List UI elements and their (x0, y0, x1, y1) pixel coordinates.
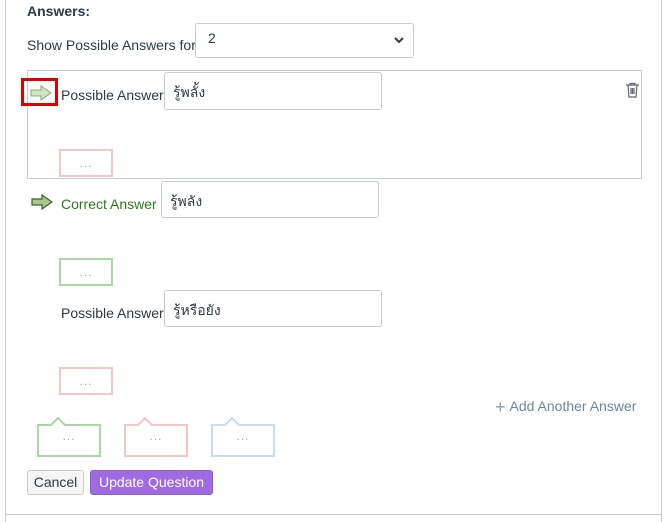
correct-answer-label: Correct Answer (61, 196, 157, 212)
possible-answer-label-2: Possible Answer (61, 305, 164, 321)
select-value: 2 (208, 30, 216, 46)
answer-comments-button-2[interactable]: ... (59, 367, 113, 395)
correct-comments-dots: ... (62, 429, 76, 443)
correct-comments-tab[interactable]: ... (37, 416, 101, 457)
correct-answer-input[interactable]: รู้พลัง (161, 181, 379, 218)
possible-answer-input[interactable]: รู้พลั้ง (164, 72, 382, 110)
plus-icon: + (495, 397, 506, 417)
answers-heading: Answers: (27, 3, 91, 19)
wrong-comments-tab[interactable]: ... (124, 416, 188, 457)
highlight-box (21, 78, 58, 106)
update-question-button[interactable]: Update Question (90, 470, 213, 495)
cancel-button[interactable]: Cancel (27, 470, 84, 495)
general-comments-dots: ... (236, 429, 250, 443)
form-right-border (661, 0, 662, 522)
general-comments-tab[interactable]: ... (211, 416, 275, 457)
form-bottom-border (5, 514, 662, 515)
chevron-down-icon (394, 37, 404, 44)
possible-answer-input-2[interactable]: รู้หรือยัง (164, 290, 382, 327)
wrong-comments-dots: ... (149, 429, 163, 443)
add-another-answer-link[interactable]: + Add Another Answer (495, 397, 636, 418)
answer-comments-button[interactable]: ... (59, 149, 113, 177)
correct-answer-comments-button[interactable]: ... (59, 258, 113, 286)
correct-answer-arrow-icon (31, 194, 53, 210)
add-another-answer-label: Add Another Answer (509, 398, 637, 414)
show-possible-answers-label: Show Possible Answers for (27, 37, 196, 53)
trash-icon[interactable] (625, 82, 640, 98)
form-left-border (5, 0, 6, 522)
possible-answer-label: Possible Answer (61, 87, 164, 103)
show-possible-answers-select[interactable]: 2 (195, 23, 414, 58)
